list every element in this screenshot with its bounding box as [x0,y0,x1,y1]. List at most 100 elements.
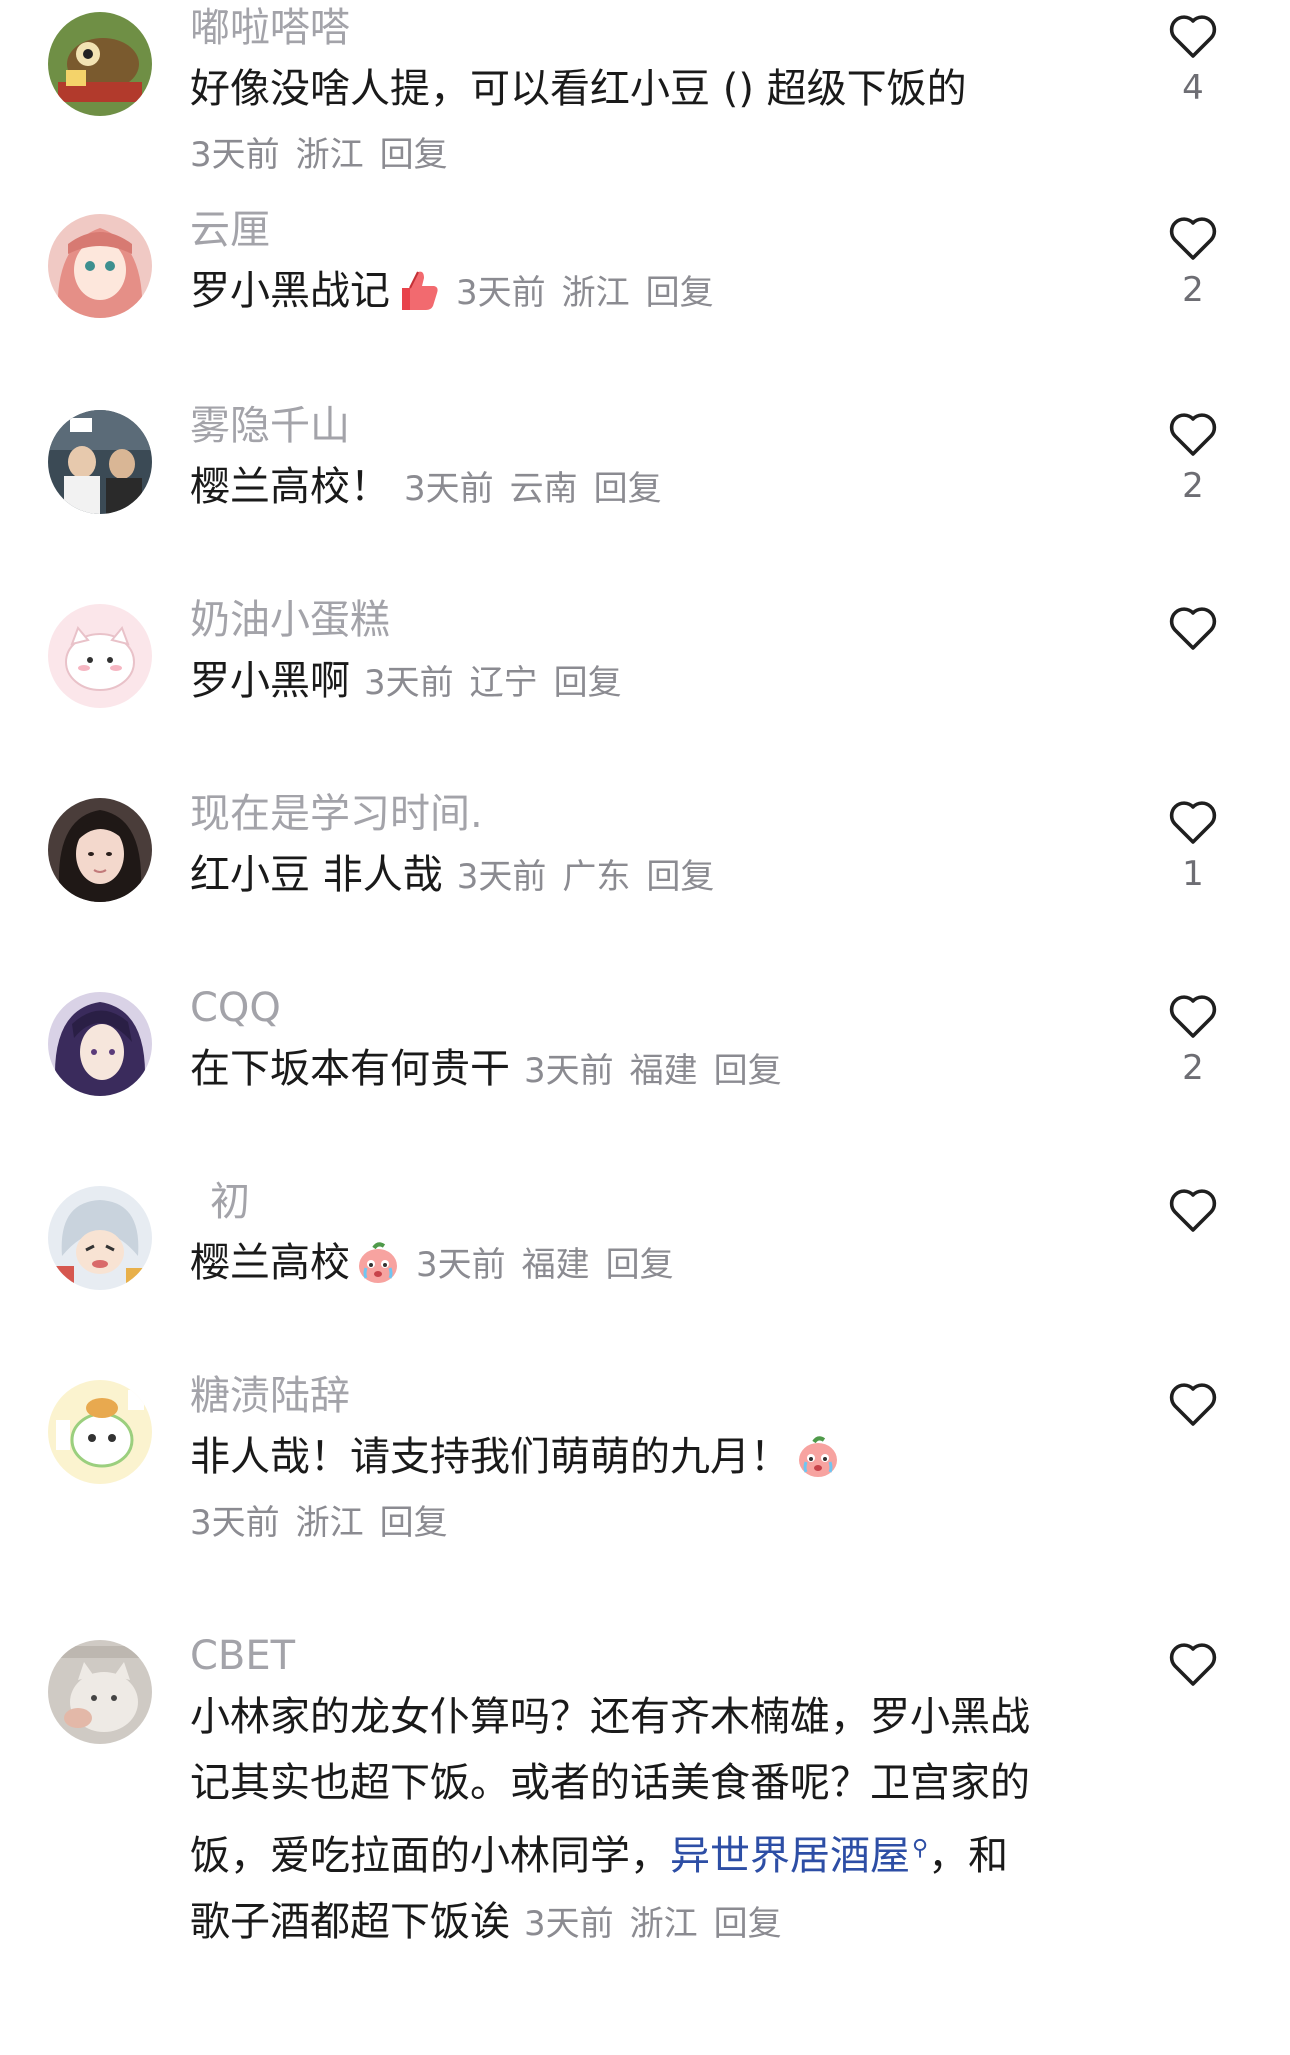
username[interactable]: 糖渍陆辞 [190,1368,1095,1424]
anime-link[interactable]: 异世界居酒屋 [670,1833,910,1879]
like-button[interactable] [1160,1640,1226,1738]
reply-button[interactable]: 回复 [646,273,714,313]
comment-body: 奶油小蛋糕 罗小黑啊 3天前 辽宁 回复 [190,592,1095,716]
comment-text: 樱兰高校！ [190,464,390,510]
like-button[interactable] [1160,604,1226,702]
heart-icon [1169,607,1217,650]
comment-location: 辽宁 [469,663,538,703]
comment-body: 嘟啦嗒嗒 好像没啥人提，可以看红小豆 () 超级下饭的 3天前 浙江 回复 [190,0,1095,188]
reply-button[interactable]: 回复 [714,1904,782,1944]
search-icon: ⚲ [912,1836,929,1861]
avatar[interactable] [48,992,152,1096]
comment-time: 3天前 [190,135,280,175]
username[interactable]: 云厘 [190,202,1095,258]
comment-meta: 3天前 浙江 回复 [524,1904,798,1944]
like-button[interactable]: 2 [1160,214,1226,312]
like-count: 2 [1182,466,1204,506]
comment-text: 在下坂本有何贵干 [190,1046,510,1092]
tv-screenshot-avatar [48,410,152,514]
heart-icon [1169,801,1217,844]
comment-meta: 3天前 浙江 回复 [456,273,730,313]
heart-icon [1169,413,1217,456]
comment-time: 3天前 [524,1051,614,1091]
like-count: 1 [1182,854,1204,894]
reply-button[interactable]: 回复 [380,1503,448,1543]
comment-location: 广东 [562,857,631,897]
comment-meta: 3天前 福建 回复 [416,1245,690,1285]
comment-text: 罗小黑战记 [190,268,390,314]
like-count [1160,658,1226,702]
cat-meme-avatar [48,1640,152,1744]
heart-icon [1169,15,1217,58]
reply-button[interactable]: 回复 [646,857,714,897]
avatar[interactable] [48,12,152,116]
comment-text: 非人哉！请支持我们萌萌的九月！ [190,1434,790,1480]
comment-location: 浙江 [295,135,364,175]
comment-body: 雾隐千山 樱兰高校！ 3天前 云南 回复 [190,398,1095,522]
avatar[interactable] [48,604,152,708]
heart-icon [1169,1383,1217,1426]
username[interactable]: CBET [190,1628,1095,1684]
username[interactable]: 奶油小蛋糕 [190,592,1095,648]
comment-body: 糖渍陆辞 非人哉！请支持我们萌萌的九月！ 3天前 浙江 回复 [190,1368,1095,1556]
like-button[interactable]: 4 [1160,12,1226,110]
like-button[interactable] [1160,1380,1226,1478]
username[interactable]: 嘟啦嗒嗒 [190,0,1095,56]
comment-meta: 3天前 浙江 回复 [190,122,1095,188]
username[interactable]: 初 [190,1174,1095,1230]
comment-body: 初 樱兰高校 3天前 福建 回复 [190,1174,1095,1298]
comment-location: 浙江 [561,273,630,313]
avatar[interactable] [48,410,152,514]
comment-location: 云南 [509,469,578,509]
avatar[interactable] [48,1640,152,1744]
username[interactable]: 现在是学习时间. [190,786,1095,842]
like-count: 4 [1182,68,1204,108]
reply-button[interactable]: 回复 [714,1051,782,1091]
cartoon-sticker-avatar [48,1380,152,1484]
avatar[interactable] [48,798,152,902]
username[interactable]: CQQ [190,980,1095,1036]
comment-text: 罗小黑啊 [190,658,350,704]
white-cat-sticker-avatar [48,604,152,708]
like-count: 2 [1182,270,1204,310]
like-button[interactable] [1160,1186,1226,1284]
comment-time: 3天前 [456,857,547,897]
heart-icon [1169,1643,1217,1686]
anime-silver-hair-avatar [48,1186,152,1290]
avatar[interactable] [48,1380,152,1484]
like-button[interactable]: 2 [1160,410,1226,508]
comment-body: 云厘 罗小黑战记 3天前 浙江 回复 [190,202,1095,326]
avatar[interactable] [48,214,152,318]
comment-location: 浙江 [295,1503,364,1543]
cartoon-bug-avatar [48,12,152,116]
like-button[interactable]: 1 [1160,798,1226,896]
comment-meta: 3天前 浙江 回复 [190,1490,1095,1556]
comment-meta: 3天前 云南 回复 [404,469,678,509]
comment-body: CQQ 在下坂本有何贵干 3天前 福建 回复 [190,980,1095,1104]
comment-time: 3天前 [364,663,454,703]
comment-location: 浙江 [629,1904,698,1944]
reply-button[interactable]: 回复 [380,135,448,175]
comment-text: 好像没啥人提，可以看红小豆 () 超级下饭的 [190,66,967,112]
reply-button[interactable]: 回复 [606,1245,674,1285]
comment-time: 3天前 [404,469,494,509]
heart-icon [1169,217,1217,260]
thumbs-up-emoji [394,266,442,314]
comment-list: 嘟啦嗒嗒 好像没啥人提，可以看红小豆 () 超级下饭的 3天前浙江回复 4 [0,0,1290,2055]
comment-meta: 3天前 福建 回复 [524,1051,798,1091]
comment-body: 现在是学习时间. 红小豆 非人哉 3天前 广东 回复 [190,786,1095,910]
comment-location: 福建 [629,1051,698,1091]
reply-button[interactable]: 回复 [594,469,662,509]
comment-meta: 3天前 辽宁 回复 [364,663,638,703]
like-count [1160,1694,1226,1738]
avatar[interactable] [48,1186,152,1290]
like-count: 2 [1182,1048,1204,1088]
comment-time: 3天前 [190,1503,280,1543]
like-count [1160,1240,1226,1284]
reply-button[interactable]: 回复 [554,663,622,703]
comment-time: 3天前 [456,273,546,313]
heart-icon [1169,995,1217,1038]
username[interactable]: 雾隐千山 [190,398,1095,454]
like-button[interactable]: 2 [1160,992,1226,1090]
comment-body: CBET 小林家的龙女仆算吗？还有齐木楠雄，罗小黑战 记其实也超下饭。或者的话美… [190,1628,1095,1957]
